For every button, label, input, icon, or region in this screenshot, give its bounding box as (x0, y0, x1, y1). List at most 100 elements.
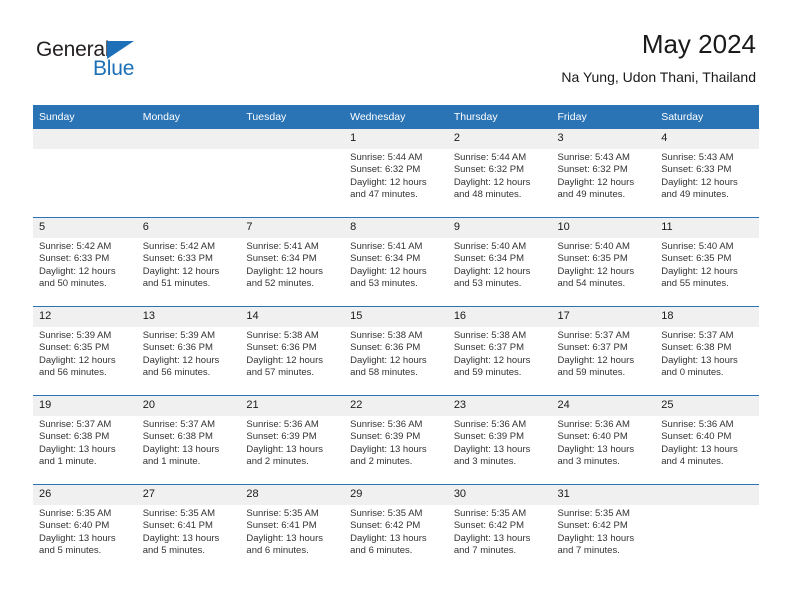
day-cell[interactable]: 29 Sunrise: 5:35 AM Sunset: 6:42 PM Dayligh… (344, 485, 448, 573)
calendar-day-cell[interactable] (240, 129, 345, 218)
sunset-time: Sunset: 6:42 PM (557, 520, 628, 532)
calendar-week-row: 1 Sunrise: 5:44 AM Sunset: 6:32 PM Daylight… (33, 129, 759, 218)
sunrise-time: Sunrise: 5:41 AM (246, 241, 319, 252)
calendar-day-cell[interactable]: 29 Sunrise: 5:35 AM Sunset: 6:42 PM Dayligh… (344, 484, 448, 573)
day-cell[interactable]: 17 Sunrise: 5:37 AM Sunset: 6:37 PM Dayligh… (551, 307, 656, 395)
sunset-time: Sunset: 6:34 PM (453, 253, 525, 265)
calendar-day-cell[interactable]: 31 Sunrise: 5:35 AM Sunset: 6:42 PM Dayligh… (551, 484, 656, 573)
day-cell[interactable]: 12 Sunrise: 5:39 AM Sunset: 6:35 PM Dayligh… (33, 307, 137, 395)
calendar-day-cell[interactable] (655, 484, 759, 573)
calendar-day-cell[interactable]: 9 Sunrise: 5:40 AM Sunset: 6:34 PM Daylight… (447, 217, 552, 307)
day-number: 2 (447, 129, 552, 149)
day-cell[interactable]: 2 Sunrise: 5:44 AM Sunset: 6:32 PM Daylight… (447, 129, 552, 217)
calendar-day-cell[interactable]: 28 Sunrise: 5:35 AM Sunset: 6:41 PM Dayligh… (240, 484, 345, 573)
day-cell[interactable]: 16 Sunrise: 5:38 AM Sunset: 6:37 PM Dayligh… (447, 307, 552, 395)
calendar-day-cell[interactable]: 3 Sunrise: 5:43 AM Sunset: 6:32 PM Daylight… (551, 129, 656, 218)
calendar-day-cell[interactable]: 5 Sunrise: 5:42 AM Sunset: 6:33 PM Daylight… (33, 217, 137, 307)
day-cell[interactable]: 5 Sunrise: 5:42 AM Sunset: 6:33 PM Daylight… (33, 218, 137, 306)
calendar-body: 1 Sunrise: 5:44 AM Sunset: 6:32 PM Daylight… (33, 129, 759, 573)
day-number (33, 129, 137, 149)
calendar-day-cell[interactable]: 10 Sunrise: 5:40 AM Sunset: 6:35 PM Dayligh… (551, 217, 656, 307)
day-cell[interactable]: 1 Sunrise: 5:44 AM Sunset: 6:32 PM Daylight… (344, 129, 448, 217)
day-cell[interactable]: 31 Sunrise: 5:35 AM Sunset: 6:42 PM Dayligh… (551, 485, 656, 573)
calendar-day-cell[interactable]: 14 Sunrise: 5:38 AM Sunset: 6:36 PM Dayligh… (240, 306, 345, 396)
calendar-day-cell[interactable]: 25 Sunrise: 5:36 AM Sunset: 6:40 PM Dayligh… (655, 395, 759, 485)
day-number: 18 (655, 307, 759, 327)
day-cell[interactable]: 13 Sunrise: 5:39 AM Sunset: 6:36 PM Dayligh… (136, 307, 241, 395)
day-cell[interactable]: 9 Sunrise: 5:40 AM Sunset: 6:34 PM Daylight… (447, 218, 552, 306)
sunrise-time: Sunrise: 5:37 AM (39, 419, 112, 430)
day-cell[interactable]: 4 Sunrise: 5:43 AM Sunset: 6:33 PM Daylight… (655, 129, 759, 217)
calendar-day-cell[interactable]: 20 Sunrise: 5:37 AM Sunset: 6:38 PM Dayligh… (136, 395, 241, 485)
day-cell[interactable]: 30 Sunrise: 5:35 AM Sunset: 6:42 PM Dayligh… (447, 485, 552, 573)
day-cell[interactable]: 27 Sunrise: 5:35 AM Sunset: 6:41 PM Dayligh… (136, 485, 241, 573)
calendar-day-cell[interactable]: 2 Sunrise: 5:44 AM Sunset: 6:32 PM Daylight… (447, 129, 552, 218)
day-cell[interactable]: 14 Sunrise: 5:38 AM Sunset: 6:36 PM Dayligh… (240, 307, 345, 395)
sunset-time: Sunset: 6:37 PM (453, 342, 525, 354)
sunrise-time: Sunrise: 5:35 AM (453, 508, 527, 519)
daylight-duration-line2: and 5 minutes. (39, 545, 102, 557)
sunrise-time: Sunrise: 5:36 AM (661, 419, 734, 430)
calendar-day-cell[interactable]: 27 Sunrise: 5:35 AM Sunset: 6:41 PM Dayligh… (136, 484, 241, 573)
day-cell[interactable]: 26 Sunrise: 5:35 AM Sunset: 6:40 PM Dayligh… (33, 485, 137, 573)
day-sun-info: Sunrise: 5:41 AM Sunset: 6:34 PM Daylight:… (240, 238, 344, 291)
day-cell[interactable]: 6 Sunrise: 5:42 AM Sunset: 6:33 PM Daylight… (136, 218, 241, 306)
day-cell[interactable]: 21 Sunrise: 5:36 AM Sunset: 6:39 PM Dayligh… (240, 396, 345, 484)
calendar-day-cell[interactable]: 24 Sunrise: 5:36 AM Sunset: 6:40 PM Dayligh… (551, 395, 656, 485)
calendar-day-cell[interactable]: 30 Sunrise: 5:35 AM Sunset: 6:42 PM Dayligh… (447, 484, 552, 573)
daylight-duration-line1: Daylight: 13 hours (557, 532, 635, 544)
calendar-day-cell[interactable]: 26 Sunrise: 5:35 AM Sunset: 6:40 PM Dayligh… (33, 484, 137, 573)
sunset-time: Sunset: 6:33 PM (661, 164, 732, 176)
calendar-day-cell[interactable]: 7 Sunrise: 5:41 AM Sunset: 6:34 PM Daylight… (240, 217, 345, 307)
calendar-day-cell[interactable]: 19 Sunrise: 5:37 AM Sunset: 6:38 PM Dayligh… (33, 395, 137, 485)
calendar-day-cell[interactable]: 8 Sunrise: 5:41 AM Sunset: 6:34 PM Daylight… (344, 217, 448, 307)
day-cell[interactable]: 18 Sunrise: 5:37 AM Sunset: 6:38 PM Dayligh… (655, 307, 759, 395)
calendar-day-cell[interactable]: 23 Sunrise: 5:36 AM Sunset: 6:39 PM Dayligh… (447, 395, 552, 485)
sunrise-time: Sunrise: 5:40 AM (453, 241, 527, 252)
calendar-day-cell[interactable] (136, 129, 241, 218)
day-number: 8 (344, 218, 448, 238)
day-number: 10 (551, 218, 656, 238)
daylight-duration-line2: and 56 minutes. (39, 367, 107, 379)
day-cell[interactable]: 20 Sunrise: 5:37 AM Sunset: 6:38 PM Dayligh… (136, 396, 241, 484)
day-cell[interactable]: 19 Sunrise: 5:37 AM Sunset: 6:38 PM Dayligh… (33, 396, 137, 484)
daylight-duration-line1: Daylight: 12 hours (557, 176, 635, 188)
day-number: 6 (136, 218, 241, 238)
day-cell[interactable]: 28 Sunrise: 5:35 AM Sunset: 6:41 PM Dayligh… (240, 485, 345, 573)
calendar-day-cell[interactable]: 11 Sunrise: 5:40 AM Sunset: 6:35 PM Dayligh… (655, 217, 759, 307)
sunset-time: Sunset: 6:39 PM (350, 431, 421, 443)
sunset-time: Sunset: 6:36 PM (142, 342, 213, 354)
calendar-day-cell[interactable] (33, 129, 137, 218)
daylight-duration-line2: and 2 minutes. (350, 456, 413, 468)
day-cell[interactable]: 23 Sunrise: 5:36 AM Sunset: 6:39 PM Dayligh… (447, 396, 552, 484)
sunrise-time: Sunrise: 5:35 AM (39, 508, 112, 519)
day-cell[interactable]: 25 Sunrise: 5:36 AM Sunset: 6:40 PM Dayligh… (655, 396, 759, 484)
day-number: 27 (136, 485, 241, 505)
sunset-time: Sunset: 6:32 PM (350, 164, 421, 176)
calendar-day-cell[interactable]: 16 Sunrise: 5:38 AM Sunset: 6:37 PM Dayligh… (447, 306, 552, 396)
day-cell[interactable]: 15 Sunrise: 5:38 AM Sunset: 6:36 PM Dayligh… (344, 307, 448, 395)
calendar-week-row: 19 Sunrise: 5:37 AM Sunset: 6:38 PM Dayligh… (33, 395, 759, 485)
day-cell[interactable]: 24 Sunrise: 5:36 AM Sunset: 6:40 PM Dayligh… (551, 396, 656, 484)
day-cell[interactable]: 11 Sunrise: 5:40 AM Sunset: 6:35 PM Dayligh… (655, 218, 759, 306)
day-cell[interactable]: 10 Sunrise: 5:40 AM Sunset: 6:35 PM Dayligh… (551, 218, 656, 306)
day-cell[interactable]: 22 Sunrise: 5:36 AM Sunset: 6:39 PM Dayligh… (344, 396, 448, 484)
day-cell[interactable]: 8 Sunrise: 5:41 AM Sunset: 6:34 PM Daylight… (344, 218, 448, 306)
calendar-day-cell[interactable]: 12 Sunrise: 5:39 AM Sunset: 6:35 PM Dayligh… (33, 306, 137, 396)
daylight-duration-line1: Daylight: 12 hours (350, 265, 427, 277)
calendar-day-cell[interactable]: 4 Sunrise: 5:43 AM Sunset: 6:33 PM Daylight… (655, 129, 759, 218)
calendar-day-cell[interactable]: 18 Sunrise: 5:37 AM Sunset: 6:38 PM Dayligh… (655, 306, 759, 396)
sunrise-time: Sunrise: 5:35 AM (557, 508, 630, 519)
day-sun-info: Sunrise: 5:35 AM Sunset: 6:41 PM Daylight:… (137, 505, 241, 558)
calendar-day-cell[interactable]: 1 Sunrise: 5:44 AM Sunset: 6:32 PM Daylight… (344, 129, 448, 218)
day-cell[interactable]: 3 Sunrise: 5:43 AM Sunset: 6:32 PM Daylight… (551, 129, 656, 217)
calendar-day-cell[interactable]: 22 Sunrise: 5:36 AM Sunset: 6:39 PM Dayligh… (344, 395, 448, 485)
calendar-day-cell[interactable]: 17 Sunrise: 5:37 AM Sunset: 6:37 PM Dayligh… (551, 306, 656, 396)
day-cell[interactable]: 7 Sunrise: 5:41 AM Sunset: 6:34 PM Daylight… (240, 218, 345, 306)
calendar-day-cell[interactable]: 21 Sunrise: 5:36 AM Sunset: 6:39 PM Dayligh… (240, 395, 345, 485)
calendar-day-cell[interactable]: 15 Sunrise: 5:38 AM Sunset: 6:36 PM Dayligh… (344, 306, 448, 396)
calendar-day-cell[interactable]: 6 Sunrise: 5:42 AM Sunset: 6:33 PM Daylight… (136, 217, 241, 307)
calendar-day-cell[interactable]: 13 Sunrise: 5:39 AM Sunset: 6:36 PM Dayligh… (136, 306, 241, 396)
calendar-week-row: 5 Sunrise: 5:42 AM Sunset: 6:33 PM Daylight… (33, 217, 759, 307)
sunrise-time: Sunrise: 5:36 AM (557, 419, 630, 430)
